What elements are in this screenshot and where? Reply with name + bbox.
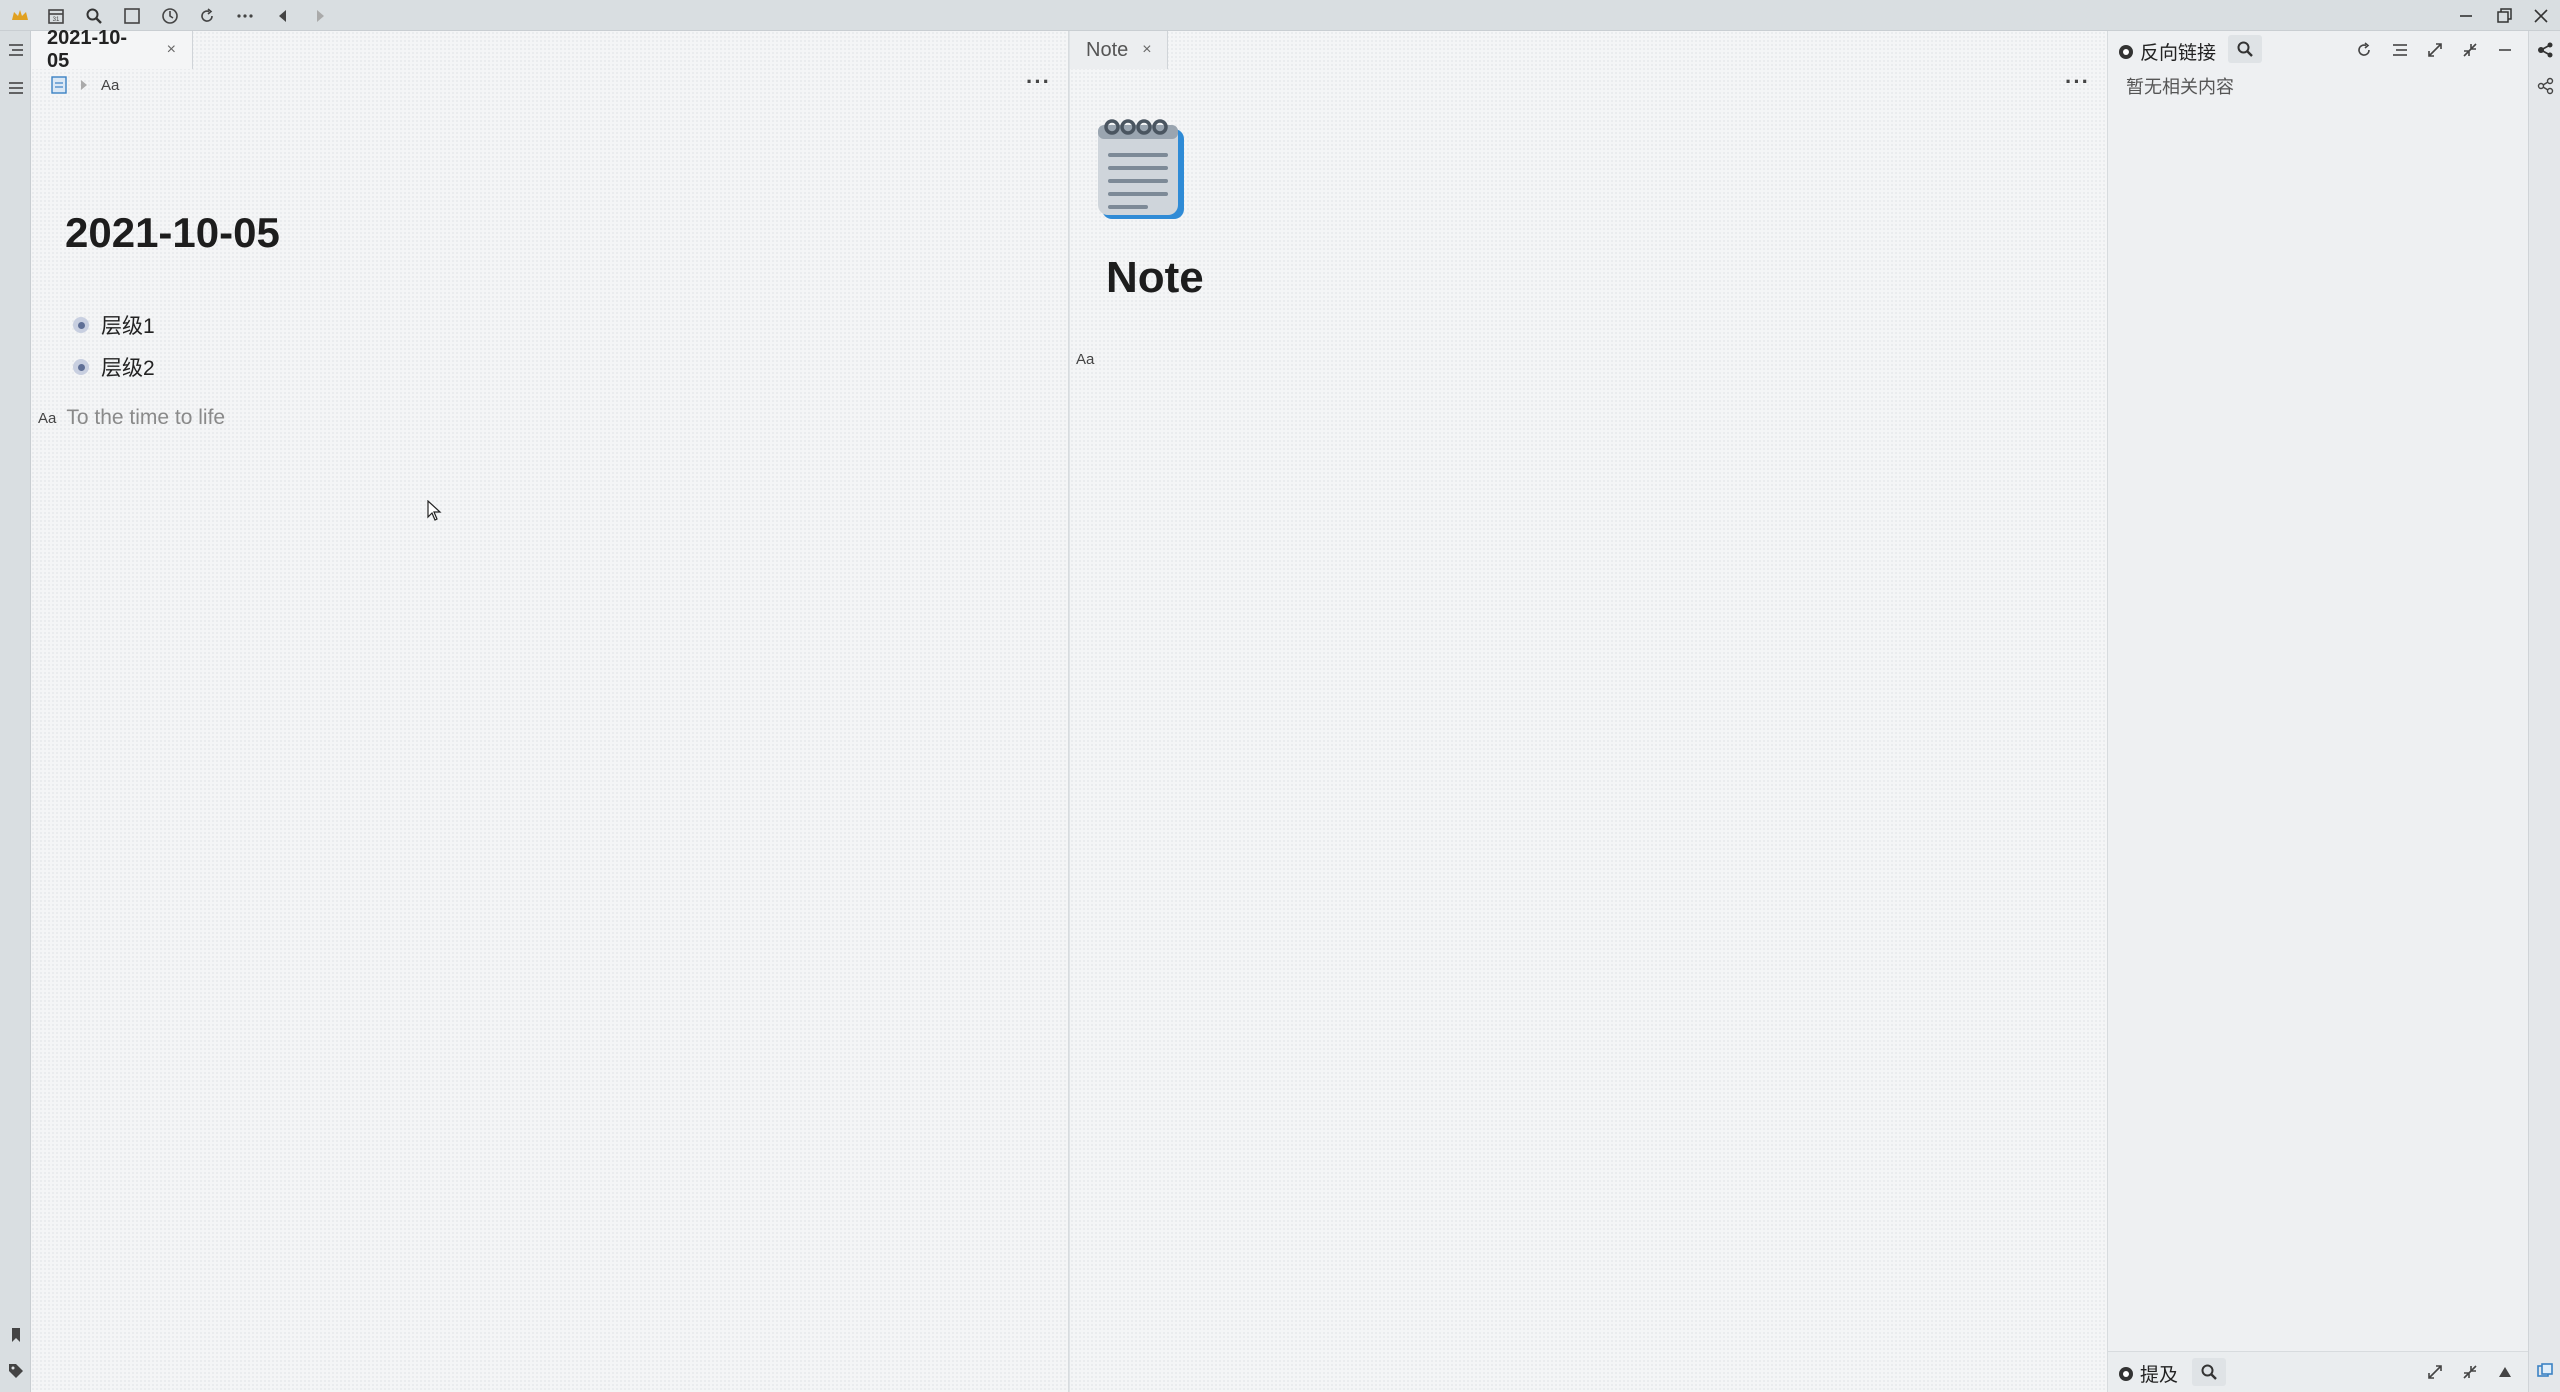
minimize-icon[interactable]	[2452, 2, 2480, 30]
bullet-icon[interactable]	[73, 317, 89, 333]
list-item[interactable]: 层级2	[73, 352, 155, 382]
list-item-label: 层级2	[101, 357, 155, 380]
outline-icon[interactable]	[2, 36, 30, 64]
list-icon[interactable]	[2386, 36, 2414, 64]
backlinks-dock-icon[interactable]	[2531, 36, 2559, 64]
collapse-icon[interactable]	[2456, 1358, 2484, 1386]
more-button[interactable]: ···	[1026, 69, 1051, 95]
logo-icon[interactable]	[6, 2, 34, 30]
restore-icon[interactable]	[2490, 2, 2518, 30]
breadcrumb-aa[interactable]: Aa	[101, 77, 119, 94]
close-icon[interactable]	[2527, 2, 2555, 30]
tab-note[interactable]: Note ×	[1070, 31, 1168, 69]
collapse-icon[interactable]	[2456, 36, 2484, 64]
doc-icon[interactable]	[51, 76, 67, 94]
backlinks-label: 反向链接	[2140, 43, 2217, 64]
sync-icon[interactable]	[193, 2, 221, 30]
bookmark-icon[interactable]	[2, 1321, 30, 1349]
minimize-icon[interactable]	[2491, 36, 2519, 64]
list-item-label: 层级1	[101, 315, 155, 338]
new-block-placeholder[interactable]: Aa To the time to life	[38, 406, 225, 430]
mentions-header: 提及	[2108, 1351, 2528, 1392]
empty-state-text: 暂无相关内容	[2126, 77, 2234, 97]
left-dock	[0, 31, 31, 1392]
list-icon[interactable]	[2, 74, 30, 102]
placeholder-text: To the time to life	[66, 406, 226, 429]
search-icon[interactable]	[2192, 1358, 2226, 1386]
refresh-icon[interactable]	[2350, 36, 2378, 64]
tab-label: Note	[1086, 38, 1129, 61]
search-icon[interactable]	[2228, 35, 2262, 63]
expand-icon[interactable]	[2421, 1358, 2449, 1386]
page-title[interactable]: 2021-10-05	[65, 209, 280, 257]
block-type-aa[interactable]: Aa	[1076, 351, 1094, 368]
expand-icon[interactable]	[2421, 36, 2449, 64]
back-icon[interactable]	[269, 2, 297, 30]
triangle-up-icon[interactable]	[2491, 1358, 2519, 1386]
bullet-icon[interactable]	[73, 359, 89, 375]
page-title[interactable]: Note	[1106, 253, 1204, 303]
tab-close-icon[interactable]: ×	[1142, 41, 1151, 59]
title-bar: 31	[0, 0, 2560, 31]
breadcrumb-arrow-icon	[81, 80, 87, 90]
backlinks-header: 反向链接	[2108, 31, 2528, 69]
graph-icon[interactable]	[2531, 72, 2559, 100]
backlinks-tab[interactable]: 反向链接	[2116, 38, 2216, 65]
link-eye-icon	[2119, 1366, 2133, 1381]
mid-tab-bar: Note ×	[1070, 31, 2107, 69]
mid-editor-pane: Note × ··· Note Aa	[1070, 31, 2108, 1392]
tab-2021-10-05[interactable]: 2021-10-05 ×	[31, 27, 193, 72]
right-dock	[2528, 31, 2560, 1392]
link-eye-icon	[2119, 44, 2133, 59]
forward-icon[interactable]	[306, 2, 334, 30]
tag-icon[interactable]	[2, 1357, 30, 1385]
list-item[interactable]: 层级1	[73, 310, 155, 340]
mentions-dock-icon[interactable]	[2531, 1357, 2559, 1385]
mouse-cursor-icon	[427, 500, 442, 521]
clock-icon[interactable]	[156, 2, 184, 30]
calendar-icon[interactable]: 31	[42, 2, 70, 30]
notepad-icon[interactable]	[1096, 115, 1186, 221]
breadcrumb: Aa	[51, 76, 119, 94]
left-tab-bar: 2021-10-05 ×	[31, 27, 1068, 72]
tab-close-icon[interactable]: ×	[167, 41, 176, 59]
tab-label: 2021-10-05	[47, 27, 128, 72]
search-icon[interactable]	[80, 2, 108, 30]
backlinks-panel: 反向链接 暂无相关内容 提及	[2108, 31, 2528, 1392]
mentions-label: 提及	[2140, 1365, 2179, 1386]
mentions-tab[interactable]: 提及	[2116, 1360, 2178, 1387]
svg-text:31: 31	[53, 17, 60, 23]
square-icon[interactable]	[118, 2, 146, 30]
more-icon[interactable]	[231, 2, 259, 30]
block-type-aa[interactable]: Aa	[38, 410, 56, 427]
more-button[interactable]: ···	[2065, 69, 2090, 95]
left-editor-pane: 2021-10-05 × Aa ··· 2021-10-05 层级1 层级2 A…	[31, 27, 1069, 1392]
